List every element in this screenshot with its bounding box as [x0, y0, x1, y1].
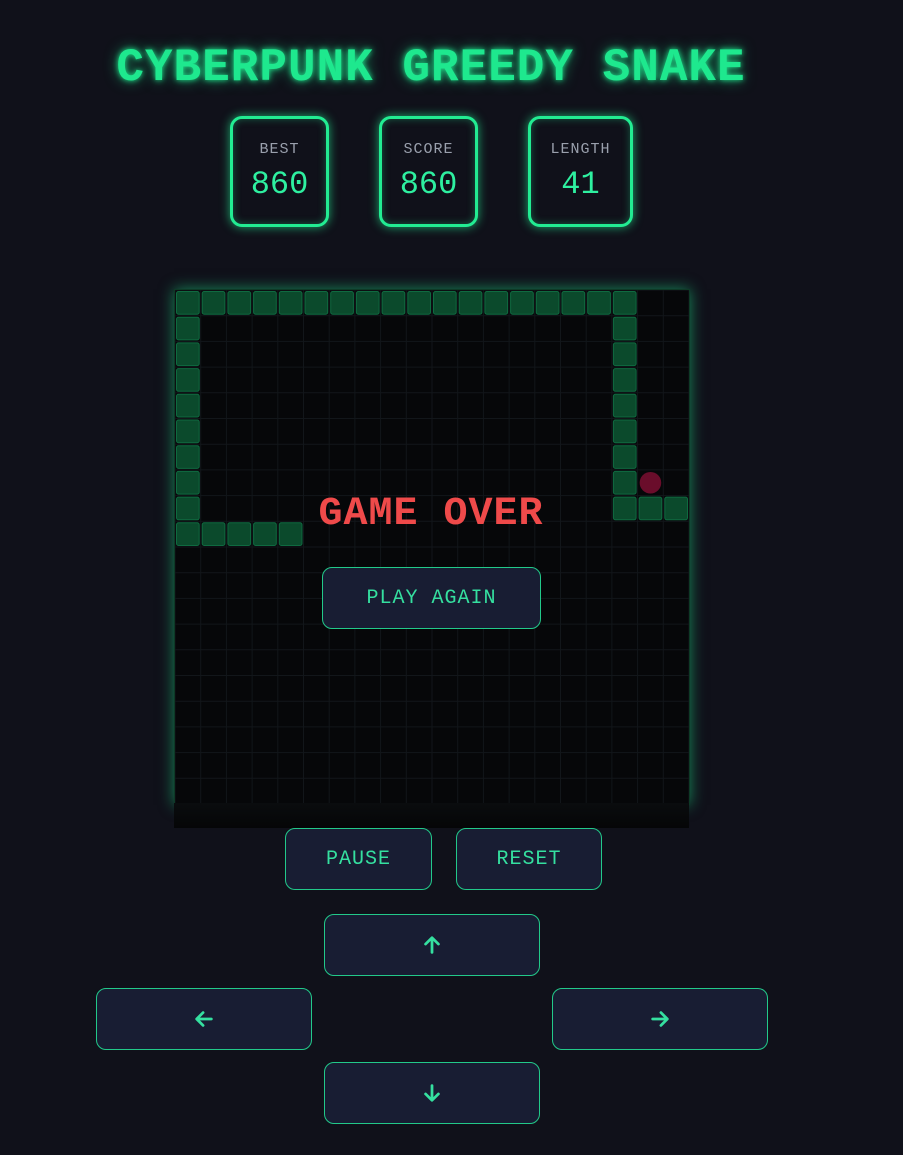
length-value: 41	[561, 166, 600, 203]
snake-segment	[433, 291, 457, 315]
snake-segment	[278, 291, 303, 315]
snake-segment	[227, 291, 252, 315]
arrow-up-icon	[424, 936, 440, 954]
snake-segment	[612, 470, 637, 495]
right-button[interactable]	[552, 988, 768, 1050]
snake-segment	[510, 291, 534, 315]
snake-segment	[535, 291, 560, 315]
snake-segment	[458, 291, 483, 315]
food-pellet	[639, 471, 662, 494]
snake-segment	[176, 291, 200, 315]
snake-segment	[330, 291, 354, 315]
snake-segment	[176, 393, 200, 418]
reset-button[interactable]: RESET	[456, 828, 602, 890]
down-button[interactable]	[324, 1062, 540, 1124]
snake-segment	[612, 368, 637, 392]
best-value: 860	[250, 166, 309, 203]
snake-segment	[612, 291, 637, 315]
snake-segment	[407, 291, 432, 315]
game-board	[174, 289, 690, 805]
score-label: SCORE	[403, 141, 454, 158]
snake-segment	[304, 291, 329, 315]
arrow-down-icon	[424, 1084, 440, 1102]
snake-segment	[587, 291, 611, 315]
arrow-right-icon	[651, 1011, 669, 1027]
snake-segment	[484, 291, 509, 315]
board-canvas	[175, 290, 689, 804]
snake-segment	[355, 291, 380, 315]
snake-segment	[176, 470, 200, 495]
snake-segment	[381, 291, 406, 315]
snake-segment	[176, 368, 200, 392]
snake-segment	[176, 445, 200, 469]
score-panel: SCORE 860	[379, 116, 478, 227]
pause-button[interactable]: PAUSE	[285, 828, 432, 890]
snake-segment	[612, 316, 637, 341]
snake-segment	[201, 291, 226, 315]
board-footer	[174, 803, 689, 828]
best-score-panel: BEST 860	[230, 116, 329, 227]
play-again-button[interactable]: PLAY AGAIN	[322, 567, 541, 629]
snake-segment	[176, 342, 200, 367]
up-button[interactable]	[324, 914, 540, 976]
left-button[interactable]	[96, 988, 312, 1050]
snake-segment	[176, 419, 200, 444]
snake-segment	[612, 393, 637, 418]
length-panel: LENGTH 41	[528, 116, 633, 227]
length-label: LENGTH	[550, 141, 611, 158]
snake-segment	[176, 316, 200, 341]
snake-segment	[612, 445, 637, 469]
snake-segment	[561, 291, 586, 315]
snake-segment	[253, 291, 277, 315]
game-title: CYBERPUNK GREEDY SNAKE	[116, 42, 746, 94]
best-label: BEST	[259, 141, 300, 158]
snake-segment	[612, 419, 637, 444]
arrow-left-icon	[195, 1011, 213, 1027]
game-over-message: GAME OVER	[318, 492, 544, 537]
score-value: 860	[399, 166, 458, 203]
snake-segment	[612, 342, 637, 367]
